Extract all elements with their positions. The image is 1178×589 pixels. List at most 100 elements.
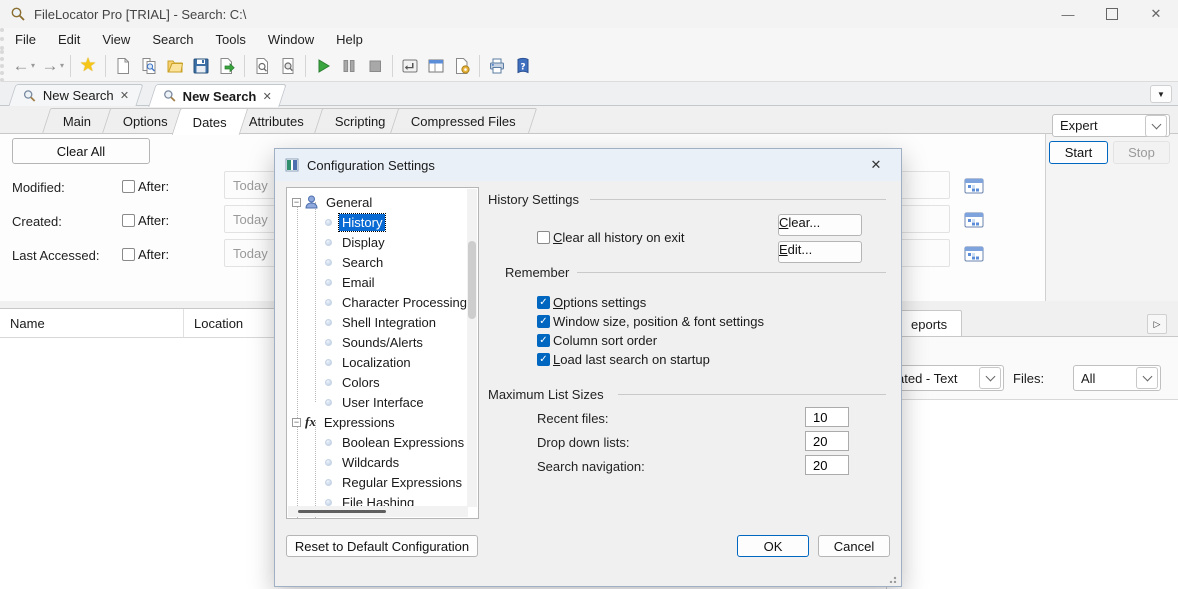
tree-item-character-processing[interactable]: Character Processing xyxy=(325,292,470,312)
toggle-panel-button[interactable] xyxy=(397,53,423,79)
scrollbar-thumb[interactable] xyxy=(468,241,476,319)
last-accessed-calendar-icon[interactable] xyxy=(964,245,984,263)
modified-after-checkbox[interactable]: After: xyxy=(122,179,169,194)
report-view-combo[interactable]: ated - Text xyxy=(889,365,1004,391)
modified-calendar-icon[interactable] xyxy=(964,177,984,195)
tab-close-icon[interactable]: ✕ xyxy=(120,89,129,102)
help-button[interactable]: ? xyxy=(510,53,536,79)
bullet-icon xyxy=(325,359,332,366)
menu-window[interactable]: Window xyxy=(257,32,325,47)
window-title: FileLocator Pro [TRIAL] - Search: C:\ xyxy=(34,7,246,22)
files-filter-combo[interactable]: All xyxy=(1073,365,1161,391)
tab-dates[interactable]: Dates xyxy=(172,108,249,135)
load-last-search-checkbox[interactable]: ✓ Load last search on startup xyxy=(537,352,710,367)
scrollbar-thumb[interactable] xyxy=(298,510,386,513)
close-button[interactable]: ✕ xyxy=(1134,0,1178,28)
minimize-button[interactable]: — xyxy=(1046,0,1090,28)
tree-item-sounds-alerts[interactable]: Sounds/Alerts xyxy=(325,332,426,352)
tree-item-general[interactable]: − General xyxy=(292,192,375,212)
tab-compressed-files[interactable]: Compressed Files xyxy=(390,108,537,134)
tree-item-label: Sounds/Alerts xyxy=(339,334,426,351)
tree-item-shell-integration[interactable]: Shell Integration xyxy=(325,312,439,332)
tree-item-expressions[interactable]: − fx Expressions xyxy=(292,412,398,432)
maximize-button[interactable] xyxy=(1090,0,1134,28)
menu-search[interactable]: Search xyxy=(141,32,204,47)
combo-chevron-button[interactable] xyxy=(979,367,1001,389)
open-search-criteria-button[interactable] xyxy=(249,53,275,79)
remember-window-checkbox[interactable]: ✓ Window size, position & font settings xyxy=(537,314,764,329)
tree-horizontal-scrollbar[interactable] xyxy=(288,506,468,517)
print-button[interactable] xyxy=(484,53,510,79)
tree-item-colors[interactable]: Colors xyxy=(325,372,383,392)
reset-default-button[interactable]: Reset to Default Configuration xyxy=(286,535,478,557)
recent-files-input[interactable] xyxy=(805,407,849,427)
report-options-button[interactable] xyxy=(449,53,475,79)
combo-chevron-button[interactable] xyxy=(1145,115,1167,137)
tree-item-localization[interactable]: Localization xyxy=(325,352,414,372)
menu-bar: File Edit View Search Tools Window Help xyxy=(0,28,1178,50)
open-button[interactable] xyxy=(162,53,188,79)
cancel-button[interactable]: Cancel xyxy=(818,535,890,557)
tab-overflow-button[interactable]: ▼ xyxy=(1150,85,1172,103)
bullet-icon xyxy=(325,499,332,506)
panel-arrow-button[interactable]: ▷ xyxy=(1147,314,1167,334)
clear-history-checkbox[interactable]: Clear all history on exit xyxy=(537,230,685,245)
tab-reports[interactable]: eports xyxy=(896,310,962,337)
copy-criteria-button[interactable] xyxy=(136,53,162,79)
subtab-label: Attributes xyxy=(249,114,304,129)
menu-view[interactable]: View xyxy=(91,32,141,47)
created-after-checkbox[interactable]: After: xyxy=(122,213,169,228)
edit-history-button[interactable]: Edit... xyxy=(778,241,862,263)
tab-new-search-2[interactable]: New Search ✕ xyxy=(148,84,286,107)
export-button[interactable] xyxy=(214,53,240,79)
menu-tools[interactable]: Tools xyxy=(205,32,257,47)
collapse-icon[interactable]: − xyxy=(292,198,301,207)
bullet-icon xyxy=(325,479,332,486)
pause-search-button[interactable] xyxy=(336,53,362,79)
collapse-icon[interactable]: − xyxy=(292,418,301,427)
clear-all-button[interactable]: Clear All xyxy=(12,138,150,164)
menu-help[interactable]: Help xyxy=(325,32,374,47)
tree-item-history[interactable]: History xyxy=(325,212,385,232)
tree-vertical-scrollbar[interactable] xyxy=(467,189,477,507)
tree-item-user-interface[interactable]: User Interface xyxy=(325,392,427,412)
clear-history-button[interactable]: Clear... xyxy=(778,214,862,236)
bullet-icon xyxy=(325,219,332,226)
column-header-name[interactable]: Name xyxy=(0,309,184,338)
remember-options-checkbox[interactable]: ✓ Options settings xyxy=(537,295,646,310)
menu-edit[interactable]: Edit xyxy=(47,32,91,47)
layout-button[interactable] xyxy=(423,53,449,79)
tab-close-icon[interactable]: ✕ xyxy=(263,90,272,103)
remember-column-sort-checkbox[interactable]: ✓ Column sort order xyxy=(537,333,657,348)
start-search-toolbar-button[interactable] xyxy=(310,53,336,79)
open-results-button[interactable] xyxy=(275,53,301,79)
tree-item-email[interactable]: Email xyxy=(325,272,378,292)
tree-item-display[interactable]: Display xyxy=(325,232,388,252)
toolbar-separator xyxy=(392,55,393,77)
stop-search-button[interactable] xyxy=(362,53,388,79)
start-button[interactable]: Start xyxy=(1049,141,1108,164)
search-mode-combo[interactable]: Expert xyxy=(1052,114,1170,137)
tree-item-boolean-expressions[interactable]: Boolean Expressions xyxy=(325,432,467,452)
created-calendar-icon[interactable] xyxy=(964,211,984,229)
ok-button[interactable]: OK xyxy=(737,535,809,557)
forward-dropdown-icon[interactable]: ▾ xyxy=(60,61,64,70)
new-search-button[interactable] xyxy=(110,53,136,79)
tab-new-search-1[interactable]: New Search ✕ xyxy=(8,84,143,106)
last-accessed-after-checkbox[interactable]: After: xyxy=(122,247,169,262)
search-navigation-input[interactable] xyxy=(805,455,849,475)
drop-down-lists-input[interactable] xyxy=(805,431,849,451)
tree-item-search[interactable]: Search xyxy=(325,252,386,272)
combo-chevron-button[interactable] xyxy=(1136,367,1158,389)
search-navigation-label: Search navigation: xyxy=(537,459,645,474)
resize-grip[interactable] xyxy=(889,574,898,583)
save-button[interactable] xyxy=(188,53,214,79)
tree-item-regular-expressions[interactable]: Regular Expressions xyxy=(325,472,465,492)
back-dropdown-icon[interactable]: ▾ xyxy=(31,61,35,70)
after-label: After: xyxy=(138,213,169,228)
tree-item-wildcards[interactable]: Wildcards xyxy=(325,452,402,472)
tree-item-label: Shell Integration xyxy=(339,314,439,331)
favorites-button[interactable]: ★ xyxy=(75,53,101,79)
dialog-close-button[interactable]: ✕ xyxy=(861,153,891,177)
menu-file[interactable]: File xyxy=(4,32,47,47)
